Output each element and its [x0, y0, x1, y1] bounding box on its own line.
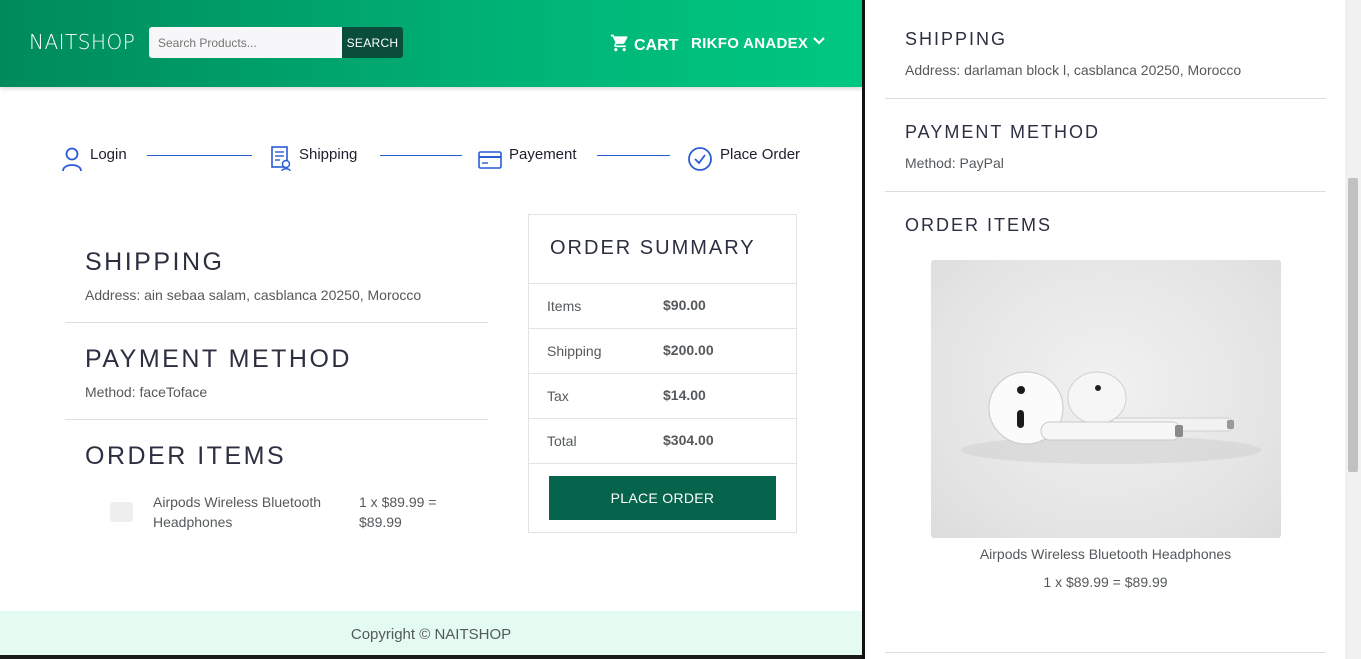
product-link[interactable]: Airpods Wireless Bluetooth Headphones	[153, 492, 343, 532]
step-login-label: Login	[90, 146, 127, 163]
summary-row-items: Items $90.00	[529, 284, 796, 329]
order-summary-title: ORDER SUMMARY	[529, 215, 796, 284]
step-shipping-label: Shipping	[299, 146, 358, 163]
step-place-order-label: Place Order	[720, 146, 801, 163]
divider	[885, 652, 1326, 653]
panel-shipping-address: Address: darlaman block l, casblanca 202…	[905, 62, 1242, 78]
main-page: NAITSHOP SEARCH CART RIKFO ANADEX Login	[0, 0, 862, 659]
scrollbar[interactable]	[1345, 0, 1361, 659]
summary-label: Tax	[547, 388, 569, 404]
shipping-form-icon	[269, 140, 293, 176]
summary-value: $14.00	[663, 387, 706, 403]
step-place-order[interactable]: Place Order	[686, 140, 800, 176]
panel-shipping-section: SHIPPING Address: darlaman block l, casb…	[885, 29, 1326, 78]
step-login[interactable]: Login	[60, 140, 127, 176]
brand-logo[interactable]: NAITSHOP	[29, 30, 135, 54]
summary-label: Items	[547, 298, 582, 314]
user-icon	[60, 140, 84, 176]
step-connector	[147, 155, 252, 156]
product-thumbnail	[110, 502, 133, 522]
shipping-title: SHIPPING	[85, 248, 225, 276]
summary-label: Shipping	[547, 343, 602, 359]
payment-method: Method: faceToface	[85, 384, 208, 400]
user-menu[interactable]: RIKFO ANADEX	[691, 34, 826, 52]
summary-value: $90.00	[663, 297, 706, 313]
user-name: RIKFO ANADEX	[691, 34, 809, 52]
search-button[interactable]: SEARCH	[342, 27, 403, 58]
divider	[65, 419, 488, 420]
step-shipping[interactable]: Shipping	[269, 140, 357, 176]
step-connector	[380, 155, 462, 156]
payment-section: PAYMENT METHOD Method: faceToface	[65, 345, 488, 400]
shipping-address: Address: ain sebaa salam, casblanca 2025…	[85, 287, 422, 303]
summary-label: Total	[547, 433, 577, 449]
copyright-text: Copyright © NAITSHOP	[350, 626, 512, 643]
list-item: Airpods Wireless Bluetooth Headphones 1 …	[110, 492, 490, 532]
footer: Copyright © NAITSHOP	[0, 611, 862, 659]
divider	[65, 322, 488, 323]
panel-shipping-title: SHIPPING	[905, 29, 1008, 49]
panel-product-price: 1 x $89.99 = $89.99	[1043, 574, 1168, 590]
panel-payment-title: PAYMENT METHOD	[905, 122, 1101, 142]
cart-link[interactable]: CART	[610, 33, 678, 58]
check-circle-icon	[686, 140, 714, 176]
summary-row-total: Total $304.00	[529, 419, 796, 464]
panel-payment-section: PAYMENT METHOD Method: PayPal	[885, 122, 1326, 171]
panel-payment-method: Method: PayPal	[905, 155, 1004, 171]
credit-card-icon	[477, 140, 503, 176]
step-payment[interactable]: Payement	[477, 140, 577, 176]
summary-row-shipping: Shipping $200.00	[529, 329, 796, 374]
search-input[interactable]	[149, 27, 343, 58]
order-items-section: ORDER ITEMS	[65, 442, 488, 471]
order-summary-card: ORDER SUMMARY Items $90.00 Shipping $200…	[528, 214, 797, 533]
summary-value: $304.00	[663, 432, 714, 448]
shipping-section: SHIPPING Address: ain sebaa salam, casbl…	[65, 248, 488, 303]
place-order-button[interactable]: PLACE ORDER	[549, 476, 776, 520]
panel-order-items-section: ORDER ITEMS	[885, 215, 1326, 236]
order-details-panel: SHIPPING Address: darlaman block l, casb…	[862, 0, 1361, 659]
footer-bar	[0, 655, 862, 659]
cart-label: CART	[634, 36, 679, 54]
product-price: 1 x $89.99 = $89.99	[359, 494, 437, 530]
summary-value: $200.00	[663, 342, 714, 358]
checkout-steps: Login Shipping Payement Place Order	[60, 140, 820, 180]
summary-row-tax: Tax $14.00	[529, 374, 796, 419]
navbar: NAITSHOP SEARCH CART RIKFO ANADEX	[0, 0, 862, 87]
panel-order-items-title: ORDER ITEMS	[905, 215, 1053, 235]
divider	[885, 191, 1326, 192]
step-payment-label: Payement	[509, 146, 577, 163]
payment-title: PAYMENT METHOD	[85, 345, 352, 373]
cart-icon	[610, 33, 630, 58]
order-items-title: ORDER ITEMS	[85, 442, 287, 470]
panel-product-link[interactable]: Airpods Wireless Bluetooth Headphones	[885, 546, 1326, 562]
product-image	[931, 260, 1281, 538]
chevron-down-icon	[812, 34, 826, 52]
scrollbar-thumb[interactable]	[1348, 178, 1358, 472]
divider	[885, 98, 1326, 99]
step-connector	[597, 155, 670, 156]
